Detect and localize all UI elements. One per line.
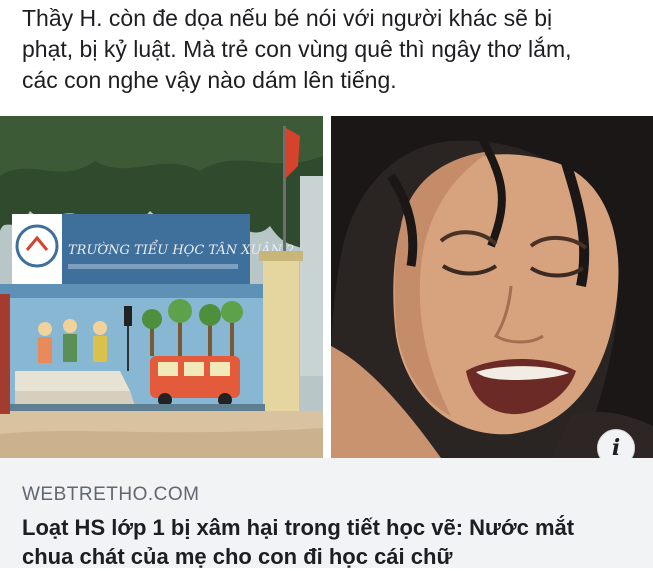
link-title-line: chua chát của mẹ cho con đi học cái chữ: [22, 544, 453, 569]
post-message-line: các con nghe vậy nào dám lên tiếng.: [22, 67, 397, 93]
link-title-line: Loạt HS lớp 1 bị xâm hại trong tiết học …: [22, 515, 575, 540]
link-preview-card[interactable]: WEBTRETHO.COM Loạt HS lớp 1 bị xâm hại t…: [0, 458, 653, 571]
crying-mother-photo[interactable]: [331, 116, 653, 458]
attached-media[interactable]: TRƯỜNG TIỂU HỌC TÂN XUÂN 2 i: [0, 116, 653, 467]
link-title[interactable]: Loạt HS lớp 1 bị xâm hại trong tiết học …: [22, 513, 647, 571]
link-domain: WEBTRETHO.COM: [22, 484, 200, 505]
school-photo[interactable]: TRƯỜNG TIỂU HỌC TÂN XUÂN 2: [0, 116, 323, 458]
post-message: Thầy H. còn đe dọa nếu bé nói với người …: [22, 0, 642, 96]
post-message-line: phạt, bị kỷ luật. Mà trẻ con vùng quê th…: [22, 36, 572, 62]
post-message-line: Thầy H. còn đe dọa nếu bé nói với người …: [22, 5, 553, 31]
